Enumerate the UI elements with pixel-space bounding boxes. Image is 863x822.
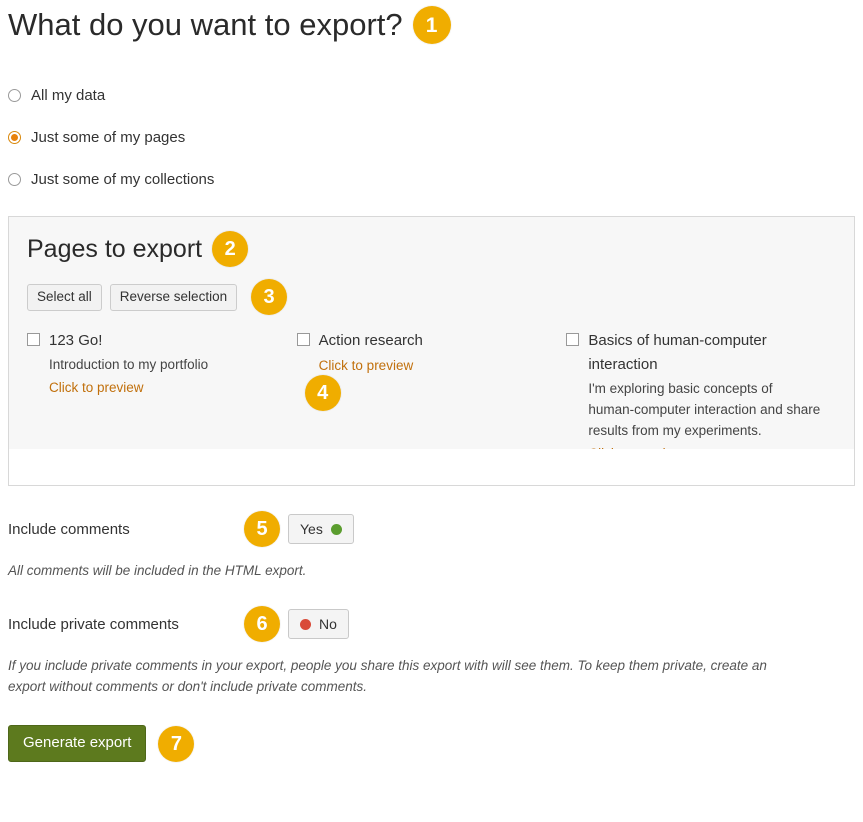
include-comments-toggle-value: Yes [300,521,323,537]
include-comments-row: Include comments 5 Yes [8,511,855,547]
step-badge-4: 4 [304,375,341,411]
pages-list: 123 Go! Introduction to my portfolio Cli… [27,329,836,464]
scope-option-just-some-pages[interactable]: Just some of my pages [8,116,855,158]
include-private-comments-toggle[interactable]: No [288,609,349,639]
preview-link[interactable]: Click to preview [319,355,414,376]
scope-option-label: Just some of my collections [31,170,215,188]
page-title-text: What do you want to export? [8,7,403,42]
export-page: What do you want to export? 1 All my dat… [0,6,863,822]
include-private-comments-label: Include private comments [8,615,179,633]
include-private-comments-row: Include private comments 6 No [8,606,855,642]
checkbox-page-action-research[interactable] [296,333,310,346]
include-private-comments-helper: If you include private comments in your … [8,658,767,694]
page-title-label: 123 Go! [49,332,103,349]
select-all-button[interactable]: Select all [27,283,102,311]
list-item: Action research Click to preview 4 [296,329,567,464]
pages-to-export-panel: Pages to export 2 Select all Reverse sel… [8,216,855,486]
page-description: I'm exploring basic concepts of human-co… [588,381,821,438]
generate-export-button[interactable]: Generate export [8,725,147,762]
list-item: Basics of human-computer interaction I'm… [566,329,836,464]
step-badge-5: 5 [244,511,280,547]
step-badge-7: 7 [158,725,195,762]
selection-buttons: Select all Reverse selection 3 [27,279,836,315]
include-comments-toggle[interactable]: Yes [288,514,354,544]
radio-icon-just-some-collections[interactable] [8,172,21,186]
panel-torn-edge [9,449,854,485]
page-title-label: Basics of human-computer interaction [588,332,767,373]
page-title-label: Action research [318,332,423,349]
generate-export-row: Generate export 7 [8,725,855,762]
preview-link[interactable]: Click to preview [49,377,144,398]
status-dot-icon [300,618,311,630]
scope-option-just-some-collections[interactable]: Just some of my collections [8,158,855,200]
page-title: What do you want to export? 1 [8,6,855,48]
step-badge-2: 2 [212,231,249,267]
radio-icon-just-some-pages[interactable] [8,130,21,144]
step-badge-6: 6 [244,606,280,642]
include-private-comments-toggle-value: No [319,616,337,632]
include-comments-helper: All comments will be included in the HTM… [8,563,307,578]
list-item: 123 Go! Introduction to my portfolio Cli… [27,329,297,464]
page-description: Introduction to my portfolio [49,357,209,372]
step-badge-1: 1 [412,6,451,44]
checkbox-page-123-go[interactable] [27,333,40,346]
include-comments-label: Include comments [8,520,130,538]
scope-option-label: Just some of my pages [31,128,186,146]
step-badge-3: 3 [251,279,288,315]
pages-to-export-heading: Pages to export 2 [27,231,836,267]
pages-to-export-heading-text: Pages to export [27,235,203,263]
radio-icon-all-my-data[interactable] [8,88,21,102]
scope-option-all-my-data[interactable]: All my data [8,74,855,116]
status-dot-icon [330,523,342,535]
checkbox-page-basics-hci[interactable] [566,333,580,346]
export-scope-radio-group: All my data Just some of my pages Just s… [8,74,855,200]
scope-option-label: All my data [31,86,106,104]
reverse-selection-button[interactable]: Reverse selection [109,283,238,311]
